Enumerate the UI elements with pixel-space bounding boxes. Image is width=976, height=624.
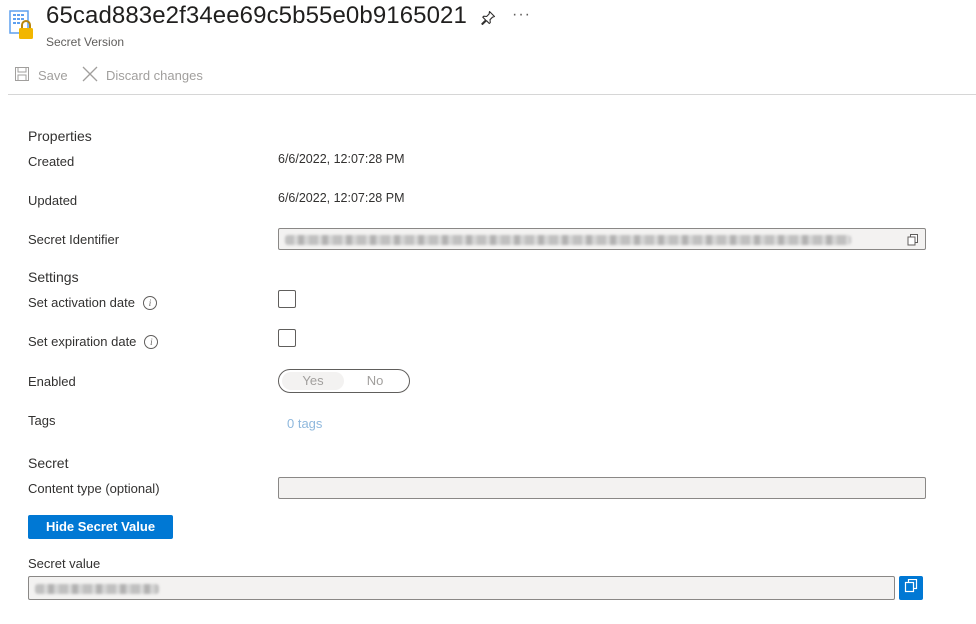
save-label: Save [38,68,68,83]
content-type-input[interactable] [278,477,926,499]
properties-heading: Properties [28,128,92,144]
toolbar-divider [8,94,976,95]
created-label: Created [28,154,75,169]
updated-value: 6/6/2022, 12:07:28 PM [278,191,405,205]
save-icon [14,66,30,85]
discard-label: Discard changes [106,68,203,83]
secret-identifier-field[interactable] [278,228,926,250]
pin-icon[interactable] [480,10,496,26]
enabled-no-option[interactable]: No [344,372,406,390]
tags-link[interactable]: 0 tags [287,416,322,431]
expiration-date-label: Set expiration date i [28,334,159,349]
tags-label: Tags [28,413,56,428]
activation-date-checkbox[interactable] [278,290,296,308]
page-subtitle: Secret Version [46,35,125,49]
page-title: 65cad883e2f34ee69c5b55e0b9165021 [46,2,467,29]
activation-date-text: Set activation date [28,295,135,310]
close-icon [82,66,98,85]
hide-secret-value-button[interactable]: Hide Secret Value [28,515,173,539]
expiration-date-text: Set expiration date [28,334,137,349]
save-button[interactable]: Save [14,66,68,85]
info-icon[interactable]: i [144,334,159,349]
info-icon[interactable]: i [142,295,157,310]
secret-value-field[interactable] [28,576,895,600]
redacted-identifier-text [285,235,851,245]
key-vault-secret-icon [9,9,37,41]
activation-date-label: Set activation date i [28,295,157,310]
more-options-button[interactable]: ··· [512,6,531,24]
expiration-date-checkbox[interactable] [278,329,296,347]
secret-value-label: Secret value [28,556,101,571]
secret-heading: Secret [28,455,69,471]
discard-changes-button[interactable]: Discard changes [82,66,203,85]
enabled-yes-option[interactable]: Yes [282,372,344,390]
copy-secret-button[interactable] [899,576,923,600]
redacted-secret-value [35,584,159,594]
copy-icon [904,578,918,598]
settings-heading: Settings [28,269,79,285]
content-type-label: Content type (optional) [28,481,160,496]
updated-label: Updated [28,193,78,208]
copy-icon[interactable] [907,233,919,246]
secret-identifier-label: Secret Identifier [28,232,120,247]
created-value: 6/6/2022, 12:07:28 PM [278,152,405,166]
enabled-label: Enabled [28,374,76,389]
enabled-toggle[interactable]: Yes No [278,369,410,393]
